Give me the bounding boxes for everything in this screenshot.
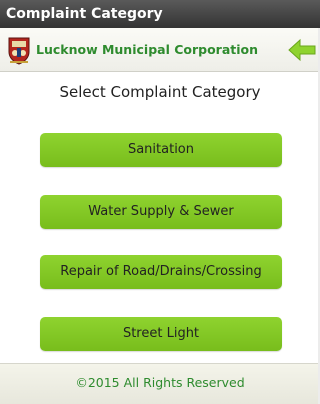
category-button-road-repair[interactable]: Repair of Road/Drains/Crossing [40,255,282,289]
copyright-text: ©2015 All Rights Reserved [75,375,245,390]
municipal-emblem-icon [7,35,31,65]
app-header: Lucknow Municipal Corporation [0,28,320,72]
category-button-street-light[interactable]: Street Light [40,317,282,351]
category-button-water-supply[interactable]: Water Supply & Sewer [40,195,282,229]
footer: ©2015 All Rights Reserved [0,363,320,404]
org-name: Lucknow Municipal Corporation [36,42,259,57]
category-button-sanitation[interactable]: Sanitation [40,133,282,167]
back-arrow-icon[interactable] [287,37,317,63]
window-title: Complaint Category [0,0,320,28]
page-heading: Select Complaint Category [59,83,261,101]
